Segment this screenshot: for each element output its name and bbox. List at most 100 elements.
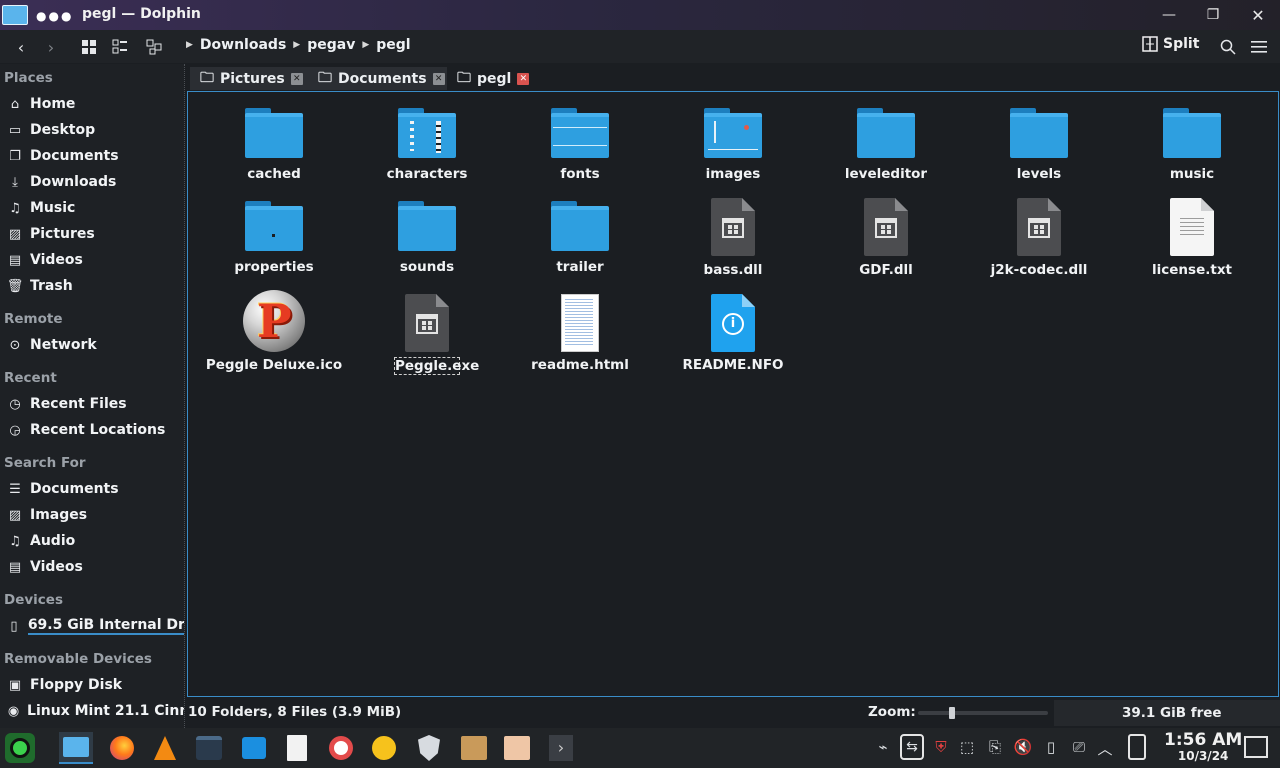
file-view[interactable]: cached characters fonts images leveledit… xyxy=(187,91,1279,697)
dolphin-app-icon[interactable] xyxy=(2,5,28,25)
mixer-task-icon[interactable] xyxy=(192,732,226,764)
sidebar-item-search-videos[interactable]: ▤ Videos xyxy=(0,555,184,579)
sidebar-item-pictures[interactable]: ▨ Pictures xyxy=(0,222,184,246)
sidebar-item-documents[interactable]: ❐ Documents xyxy=(0,144,184,168)
file-item-j2k-codec-dll[interactable]: j2k-codec.dll xyxy=(964,196,1114,282)
peggle-task-icon[interactable] xyxy=(367,732,401,764)
device-connect-icon[interactable] xyxy=(1128,734,1146,760)
split-view-icon xyxy=(1142,36,1158,52)
application-menu-icon[interactable] xyxy=(3,732,37,764)
sidebar-resize-handle[interactable] xyxy=(184,64,186,728)
sidebar-item-search-documents[interactable]: ☰ Documents xyxy=(0,477,184,501)
sidebar-item-music[interactable]: ♫ Music xyxy=(0,196,184,220)
file-item-peggle-exe[interactable]: Peggle.exe xyxy=(352,290,502,376)
window-menu-dots[interactable]: ●●● xyxy=(36,9,73,23)
file-item-sounds[interactable]: sounds xyxy=(352,200,502,280)
show-more-tasks-icon[interactable]: › xyxy=(544,732,578,764)
volume-muted-icon[interactable]: 🔇 xyxy=(1012,738,1034,756)
sidebar-item-floppy-disk[interactable]: ▣ Floppy Disk xyxy=(0,673,184,697)
search-icon[interactable] xyxy=(1215,34,1241,60)
clipboard-connect-icon[interactable]: ⌁ xyxy=(872,738,894,756)
clock[interactable]: 1:56 AM 10/3/24 xyxy=(1164,731,1242,764)
breadcrumb-item[interactable]: pegl xyxy=(376,37,410,53)
file-item-readme-html[interactable]: readme.html xyxy=(505,290,655,376)
icons-view-icon[interactable] xyxy=(76,34,102,60)
recent-locations-icon: ◶ xyxy=(9,422,21,438)
terminal-task-icon[interactable] xyxy=(237,732,271,764)
hamburger-menu-icon[interactable] xyxy=(1246,34,1272,60)
file-item-levels[interactable]: levels xyxy=(964,106,1114,186)
file-item-license-txt[interactable]: license.txt xyxy=(1117,196,1267,282)
folder-icon xyxy=(245,108,303,158)
tab-pictures[interactable]: 🗀 Pictures ✕ xyxy=(190,67,313,90)
restore-icon[interactable]: ❐ xyxy=(1202,4,1224,26)
sidebar-item-home[interactable]: ⌂ Home xyxy=(0,92,184,116)
help-task-icon[interactable] xyxy=(324,732,358,764)
file-item-gdf-dll[interactable]: GDF.dll xyxy=(811,196,961,282)
battery-icon[interactable]: ▯ xyxy=(1040,738,1062,756)
tab-close-icon[interactable]: ✕ xyxy=(432,72,445,85)
sidebar-item-internal-drive[interactable]: ▯ 69.5 GiB Internal Dri... xyxy=(0,614,184,638)
breadcrumb-item[interactable]: Downloads xyxy=(200,37,286,53)
sidebar-item-linux-mint-disc[interactable]: ◉ Linux Mint 21.1 Cinna... xyxy=(0,699,184,723)
toolbar: ‹ › ▶ Downloads ▶ pegav ▶ pegl Split xyxy=(0,30,1280,63)
file-item-leveleditor[interactable]: leveleditor xyxy=(811,106,961,186)
dolphin-task-icon[interactable] xyxy=(59,732,93,764)
sidebar-item-network[interactable]: ⊙ Network xyxy=(0,333,184,357)
tab-close-icon[interactable]: ✕ xyxy=(517,72,530,85)
security-task-icon[interactable] xyxy=(412,732,446,764)
sidebar-item-search-images[interactable]: ▨ Images xyxy=(0,503,184,527)
breadcrumb-separator-icon[interactable]: ▶ xyxy=(362,40,369,50)
file-item-fonts[interactable]: fonts xyxy=(505,106,655,186)
show-desktop-icon[interactable] xyxy=(1244,736,1268,758)
split-button[interactable]: Split xyxy=(1142,36,1199,52)
archive-task-icon[interactable] xyxy=(457,732,491,764)
sidebar-item-recent-files[interactable]: ◷ Recent Files xyxy=(0,392,184,416)
breadcrumb-root-arrow-icon[interactable]: ▶ xyxy=(186,40,193,50)
file-item-characters[interactable]: characters xyxy=(352,106,502,186)
package-icon[interactable]: ⬚ xyxy=(956,738,978,756)
forward-arrow-icon[interactable]: › xyxy=(38,34,64,60)
text-editor-task-icon[interactable] xyxy=(280,732,314,764)
file-item-trailer[interactable]: trailer xyxy=(505,200,655,280)
breadcrumb-separator-icon[interactable]: ▶ xyxy=(293,40,300,50)
viewer-task-icon[interactable] xyxy=(500,732,534,764)
optical-disc-icon: ◉ xyxy=(7,703,20,719)
free-space-indicator[interactable]: 39.1 GiB free xyxy=(1054,700,1280,726)
details-view-icon[interactable] xyxy=(141,34,167,60)
sidebar-item-videos[interactable]: ▤ Videos xyxy=(0,248,184,272)
sidebar-item-label: Trash xyxy=(30,278,73,294)
breadcrumb-item[interactable]: pegav xyxy=(307,37,355,53)
update-manager-icon[interactable]: ⇆ xyxy=(900,734,924,760)
sidebar-item-trash[interactable]: 🗑 Trash xyxy=(0,274,184,298)
vlc-task-icon[interactable] xyxy=(148,732,182,764)
show-hidden-icons-icon[interactable]: ︿ xyxy=(1094,738,1116,759)
compact-view-icon[interactable] xyxy=(107,34,133,60)
tab-close-icon[interactable]: ✕ xyxy=(290,72,303,85)
dll-file-icon xyxy=(864,198,908,256)
network-status-icon[interactable]: ⎚ xyxy=(1068,738,1090,756)
zoom-slider[interactable] xyxy=(918,707,1048,719)
file-item-cached[interactable]: cached xyxy=(199,106,349,186)
shield-icon[interactable]: ⛨ xyxy=(930,738,952,756)
clipboard-icon[interactable]: ⎘ xyxy=(984,738,1006,756)
sidebar-item-search-audio[interactable]: ♫ Audio xyxy=(0,529,184,553)
back-arrow-icon[interactable]: ‹ xyxy=(8,34,34,60)
zoom-label: Zoom: xyxy=(868,704,916,720)
firefox-task-icon[interactable] xyxy=(105,732,139,764)
file-item-readme-nfo[interactable]: i README.NFO xyxy=(658,290,808,376)
file-item-images[interactable]: images xyxy=(658,106,808,186)
tab-documents[interactable]: 🗀 Documents ✕ xyxy=(308,67,455,90)
sidebar-item-recent-locations[interactable]: ◶ Recent Locations xyxy=(0,418,184,442)
folder-icon: 🗀 xyxy=(318,69,332,86)
minimize-icon[interactable]: — xyxy=(1158,4,1180,26)
sidebar-item-downloads[interactable]: ⤓ Downloads xyxy=(0,170,184,194)
sidebar-item-desktop[interactable]: ▭ Desktop xyxy=(0,118,184,142)
zoom-slider-handle[interactable] xyxy=(949,707,955,719)
file-item-music[interactable]: music xyxy=(1117,106,1267,186)
tab-pegl[interactable]: 🗀 pegl ✕ xyxy=(447,67,540,90)
close-icon[interactable]: ✕ xyxy=(1247,4,1269,26)
file-item-properties[interactable]: properties xyxy=(199,200,349,280)
file-item-bass-dll[interactable]: bass.dll xyxy=(658,196,808,282)
file-item-peggle-deluxe-ico[interactable]: P Peggle Deluxe.ico xyxy=(199,290,349,376)
